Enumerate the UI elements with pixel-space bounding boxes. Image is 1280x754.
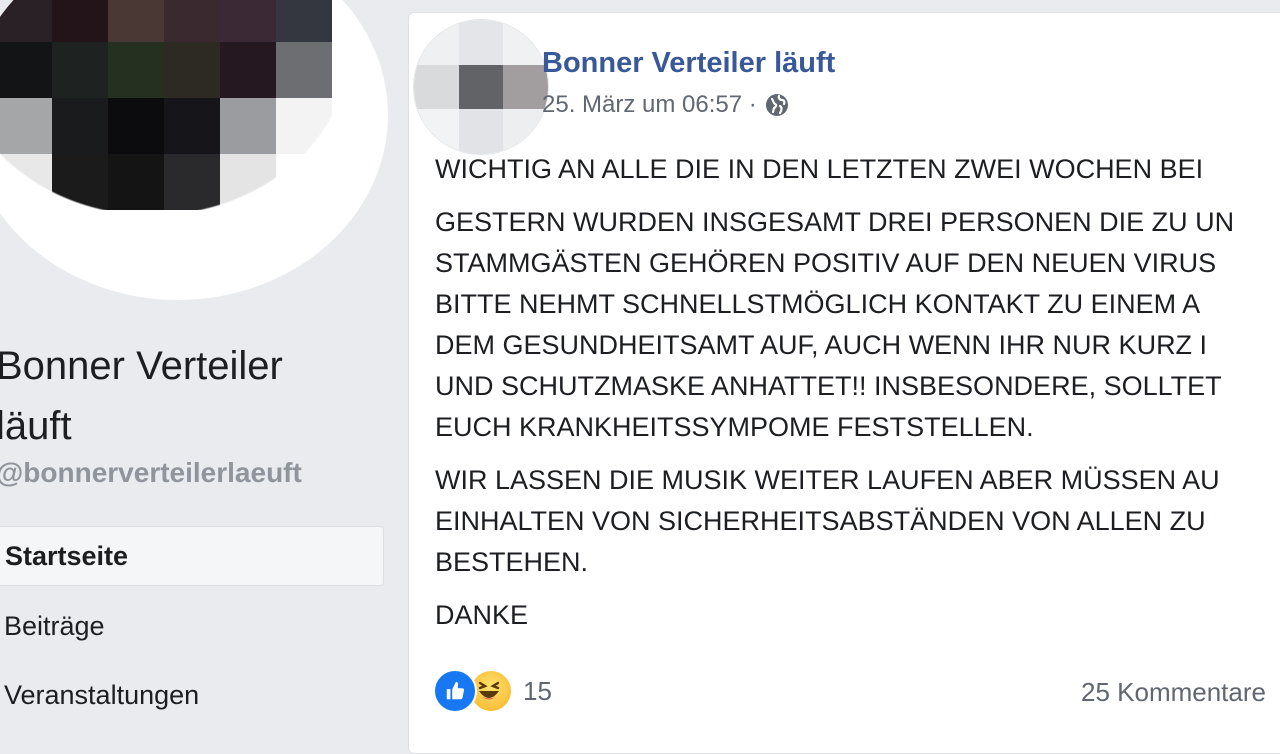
comments-count-link[interactable]: 25 Kommentare [1081, 677, 1266, 708]
post-paragraph: GESTERN WURDEN INSGESAMT DREI PERSONEN D… [435, 207, 1235, 442]
reaction-count: 15 [523, 675, 552, 706]
post-paragraph: WIR LASSEN DIE MUSIK WEITER LAUFEN ABER … [435, 465, 1220, 577]
post-text: WICHTIG AN ALLE DIE IN DEN LETZTEN ZWEI … [435, 149, 1280, 648]
sidebar-item-veranstaltungen[interactable]: Veranstaltungen [0, 665, 384, 725]
profile-picture-pixelated [0, 0, 332, 210]
post-card: Bonner Verteiler läuft 25. März um 06:57… [408, 12, 1280, 754]
post-paragraph: DANKE [435, 600, 529, 630]
post-meta: 25. März um 06:57 · [542, 91, 789, 119]
profile-picture[interactable] [0, 0, 388, 300]
page-handle[interactable]: @bonnerverteilerlaeuft [0, 457, 302, 489]
globe-icon[interactable] [765, 93, 789, 117]
like-reaction-icon [433, 669, 477, 713]
reactions-summary[interactable]: 15 [433, 669, 552, 713]
post-author-name[interactable]: Bonner Verteiler läuft [542, 47, 835, 80]
sidebar-item-startseite[interactable]: Startseite [0, 526, 384, 586]
page-title: Bonner Verteiler läuft [0, 344, 283, 448]
post-timestamp[interactable]: 25. März um 06:57 · [542, 91, 757, 119]
sidebar-item-beitraege[interactable]: Beiträge [0, 596, 384, 656]
post-author-avatar[interactable] [413, 19, 549, 155]
post-paragraph: WICHTIG AN ALLE DIE IN DEN LETZTEN ZWEI … [435, 154, 1204, 184]
